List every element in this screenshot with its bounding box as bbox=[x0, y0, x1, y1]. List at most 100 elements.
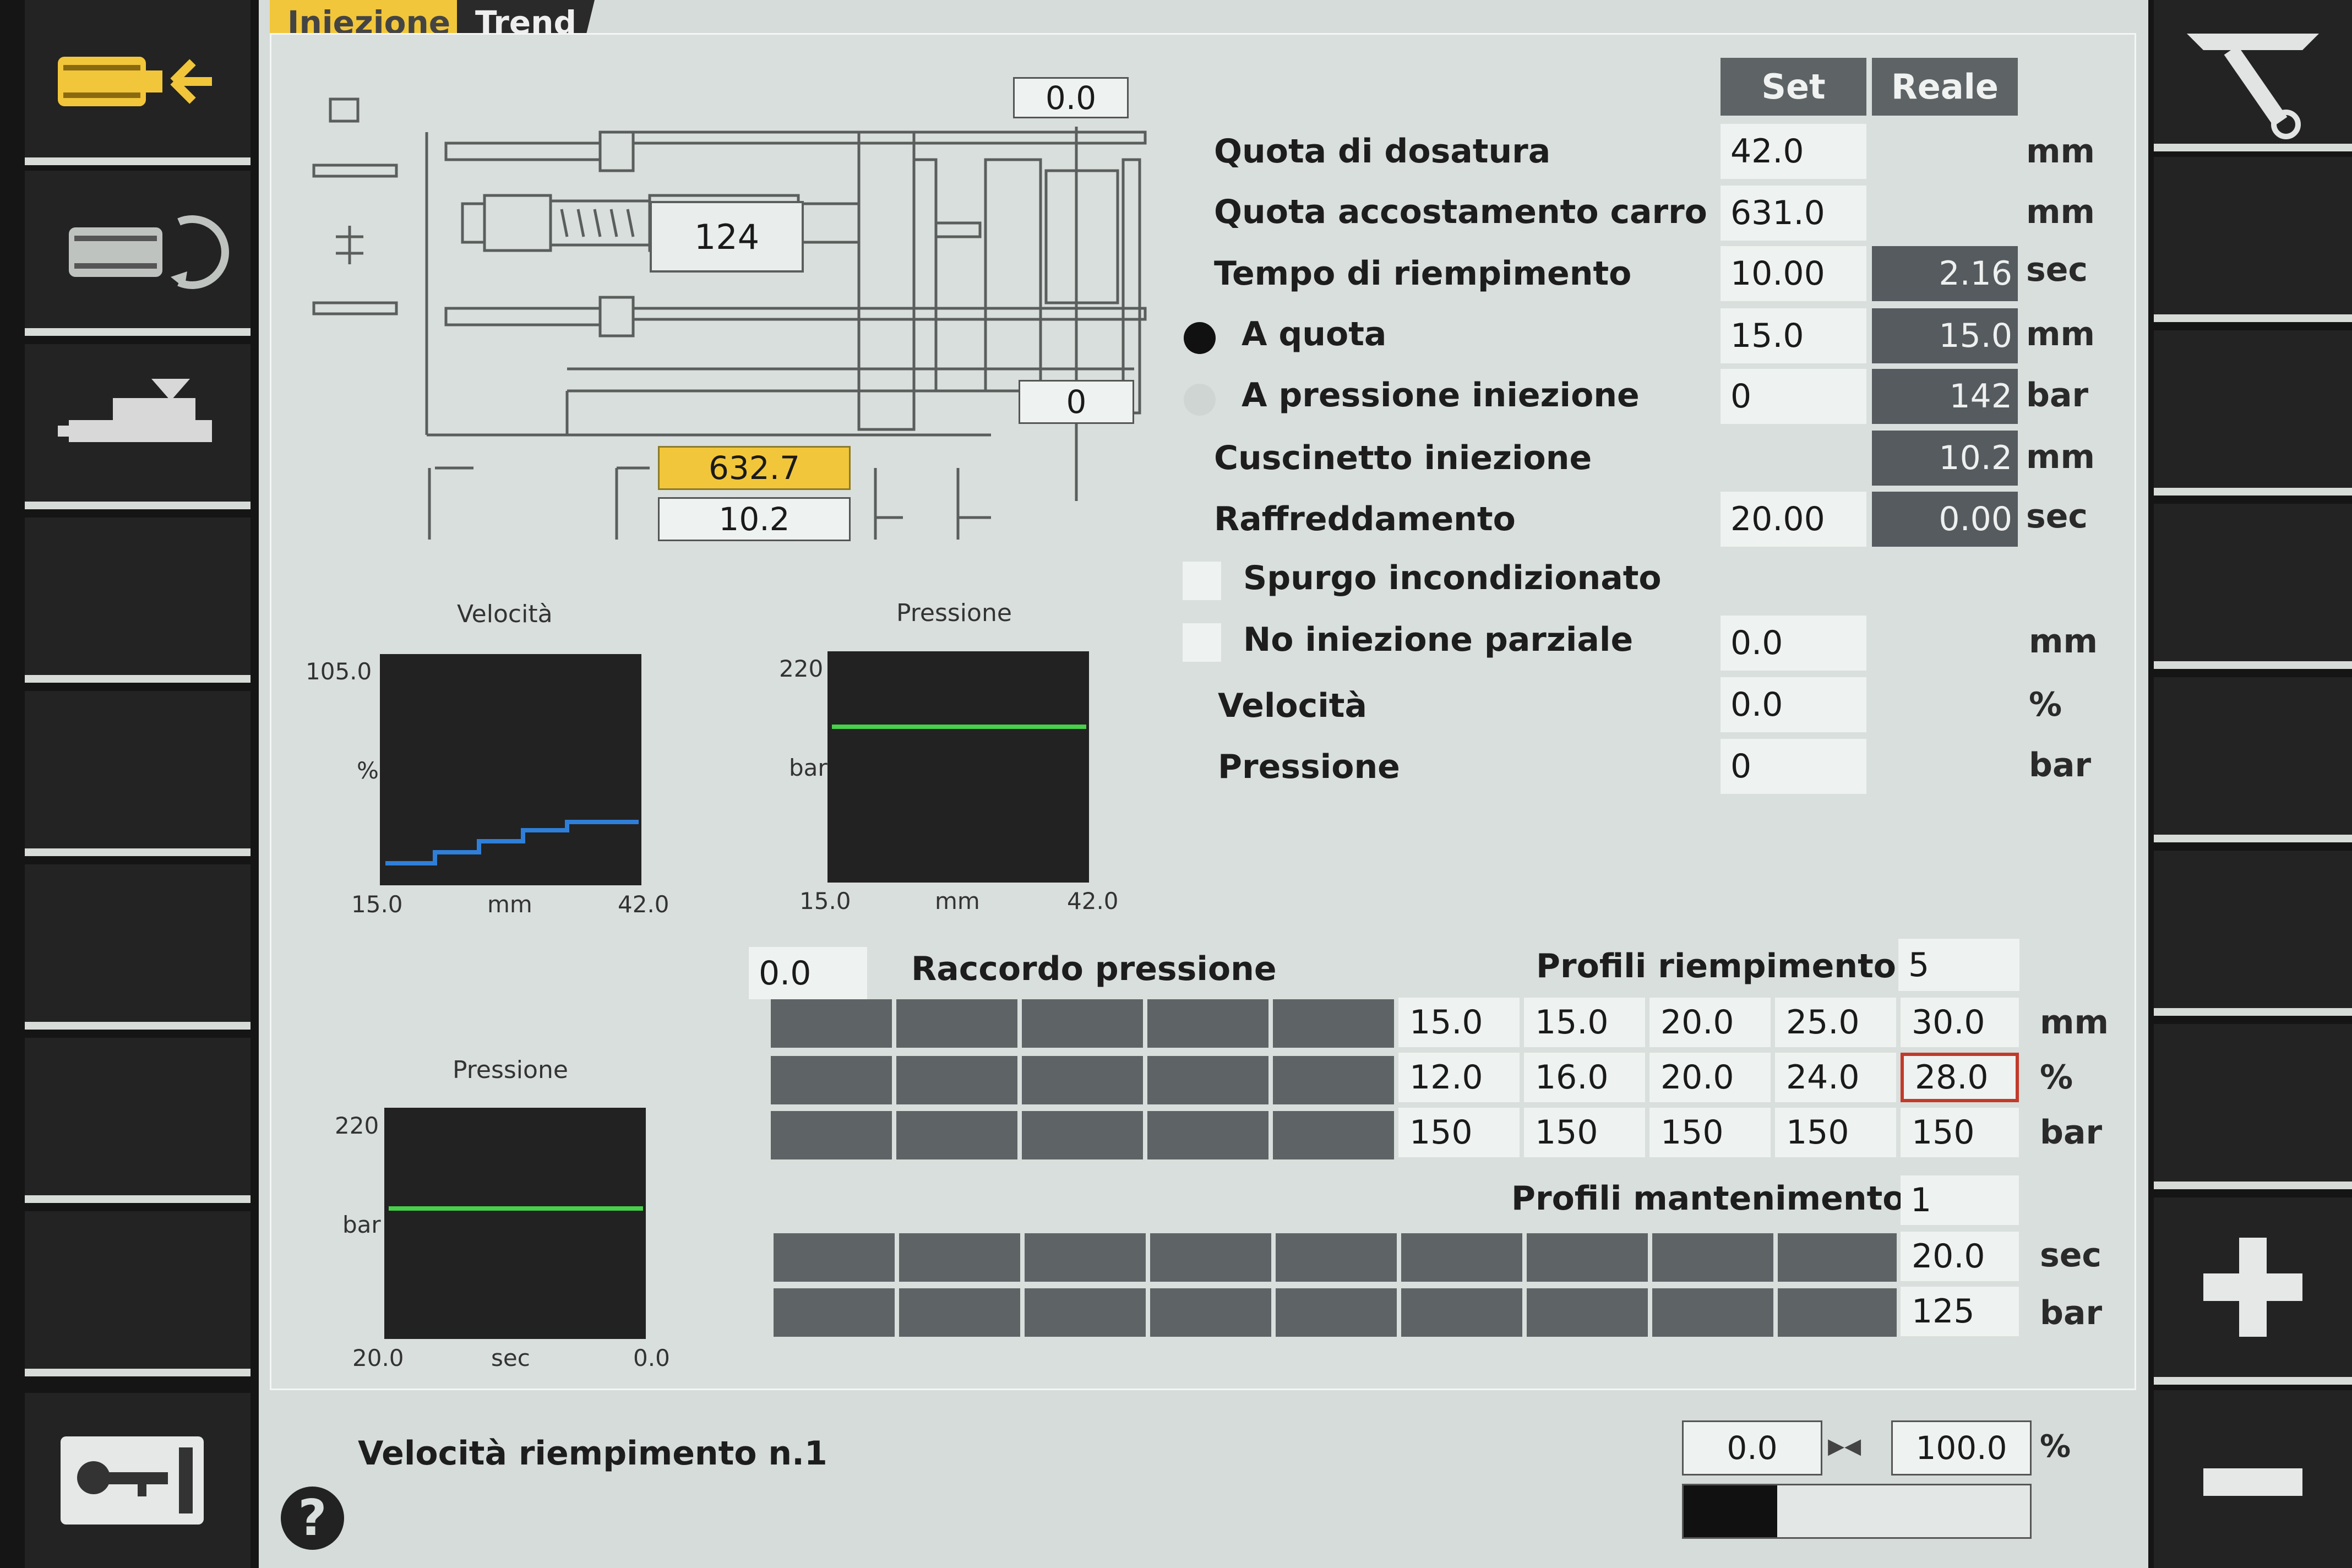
fill-profiles-count[interactable]: 5 bbox=[1898, 939, 2019, 991]
status-label: Velocità riempimento n.1 bbox=[358, 1434, 827, 1473]
tools-button[interactable] bbox=[2154, 0, 2352, 151]
hold-chart-yunit: bar bbox=[342, 1211, 381, 1238]
fill-speed-4[interactable]: 24.0 bbox=[1775, 1053, 1896, 1102]
fill-speed-1[interactable]: 12.0 bbox=[1398, 1053, 1520, 1102]
right-button-7[interactable] bbox=[2154, 1024, 2352, 1189]
hold-pressure-chart bbox=[384, 1108, 646, 1339]
left-button-6[interactable] bbox=[25, 864, 251, 1030]
fill-position-3[interactable]: 20.0 bbox=[1649, 998, 1771, 1047]
tools-icon bbox=[2187, 33, 2319, 139]
pressure-chart-yunit: bar bbox=[789, 754, 827, 781]
pressure-chart-xunit: mm bbox=[935, 888, 980, 914]
range-min: 0.0 bbox=[1682, 1420, 1822, 1476]
right-button-3[interactable] bbox=[2154, 330, 2352, 496]
checkbox-purge[interactable] bbox=[1183, 562, 1221, 600]
hold-profiles-count[interactable]: 1 bbox=[1901, 1175, 2019, 1225]
radio-a-pressione[interactable] bbox=[1184, 384, 1216, 416]
raccordo-pressure-label: Raccordo pressione bbox=[911, 950, 1277, 988]
fill-speed-3[interactable]: 20.0 bbox=[1649, 1053, 1771, 1102]
param-unit-no-partial: mm bbox=[2029, 622, 2098, 661]
hold-chart-xunit: sec bbox=[491, 1344, 530, 1371]
hold-time-unit: sec bbox=[2040, 1236, 2101, 1275]
fill-profile-disabled-cell bbox=[1273, 999, 1394, 1048]
hold-chart-ymax: 220 bbox=[335, 1112, 379, 1139]
hold-profiles-title: Profili mantenimento bbox=[1511, 1179, 1905, 1218]
right-button-5[interactable] bbox=[2154, 677, 2352, 842]
fill-pressure-3[interactable]: 150 bbox=[1649, 1108, 1771, 1157]
param-label-fill-time: Tempo di riempimento bbox=[1214, 254, 1632, 293]
param-set-no-partial[interactable]: 0.0 bbox=[1721, 616, 1866, 671]
machine-diagram bbox=[312, 97, 1147, 540]
fill-speed-2[interactable]: 16.0 bbox=[1524, 1053, 1645, 1102]
fill-profile-disabled-cell bbox=[1022, 1056, 1143, 1104]
param-actual-cushion: 10.2 bbox=[1872, 431, 2018, 486]
right-button-4[interactable] bbox=[2154, 504, 2352, 669]
screw-value: 124 bbox=[650, 201, 804, 273]
param-actual-a-quota: 15.0 bbox=[1872, 308, 2018, 363]
fill-pressure-2[interactable]: 150 bbox=[1524, 1108, 1645, 1157]
pressure-chart-xmin: 15.0 bbox=[799, 888, 851, 914]
fill-pressure-4[interactable]: 150 bbox=[1775, 1108, 1896, 1157]
fill-profile-disabled-cell bbox=[1022, 999, 1143, 1048]
minus-button[interactable] bbox=[2154, 1390, 2352, 1568]
param-set-carriage[interactable]: 631.0 bbox=[1721, 186, 1866, 241]
fill-profile-disabled-cell bbox=[1273, 1111, 1394, 1159]
param-set-dosing[interactable]: 42.0 bbox=[1721, 124, 1866, 179]
fill-speed-5[interactable]: 28.0 bbox=[1901, 1053, 2019, 1102]
fill-position-unit: mm bbox=[2040, 1003, 2109, 1042]
pressure-chart-ymax: 220 bbox=[779, 655, 824, 682]
param-label-a-quota: A quota bbox=[1242, 315, 1387, 353]
param-set-speed[interactable]: 0.0 bbox=[1721, 677, 1866, 732]
level-bar-fill bbox=[1684, 1485, 1777, 1537]
fill-profile-disabled-cell bbox=[1147, 1111, 1268, 1159]
checkbox-no-partial[interactable] bbox=[1183, 623, 1221, 662]
fill-profile-disabled-cell bbox=[896, 999, 1017, 1048]
param-set-fill-time[interactable]: 10.00 bbox=[1721, 246, 1866, 301]
fill-position-4[interactable]: 25.0 bbox=[1775, 998, 1896, 1047]
left-button-8[interactable] bbox=[25, 1211, 251, 1376]
key-card-button[interactable] bbox=[25, 1393, 251, 1568]
param-label-no-partial: No iniezione parziale bbox=[1243, 620, 1634, 659]
param-unit-a-quota: mm bbox=[2026, 315, 2095, 353]
minus-icon bbox=[2203, 1468, 2302, 1496]
carriage-button[interactable] bbox=[25, 344, 251, 509]
hold-time[interactable]: 20.0 bbox=[1901, 1232, 2019, 1281]
param-label-purge: Spurgo incondizionato bbox=[1243, 559, 1662, 597]
fill-position-1[interactable]: 15.0 bbox=[1398, 998, 1520, 1047]
fill-position-5[interactable]: 30.0 bbox=[1901, 998, 2019, 1047]
fill-pressure-5[interactable]: 150 bbox=[1901, 1108, 2019, 1157]
fill-profile-disabled-cell bbox=[896, 1111, 1017, 1159]
param-unit-speed: % bbox=[2029, 685, 2062, 724]
left-button-5[interactable] bbox=[25, 691, 251, 856]
fill-profile-disabled-cell bbox=[1273, 1056, 1394, 1104]
fill-profiles-title: Profili riempimento bbox=[1536, 947, 1896, 986]
hold-profile-disabled-row bbox=[774, 1288, 1897, 1337]
injection-unit-back-button[interactable] bbox=[25, 0, 251, 165]
fill-pressure-1[interactable]: 150 bbox=[1398, 1108, 1520, 1157]
raccordo-pressure-value[interactable]: 0.0 bbox=[749, 947, 867, 999]
param-set-pressure[interactable]: 0 bbox=[1721, 739, 1866, 794]
plus-button[interactable] bbox=[2154, 1197, 2352, 1385]
hold-pressure-unit: bar bbox=[2040, 1294, 2103, 1332]
range-arrows-icon: ▸◂ bbox=[1828, 1426, 1861, 1464]
left-button-4[interactable] bbox=[25, 518, 251, 683]
radio-a-quota[interactable] bbox=[1184, 322, 1216, 354]
hold-pressure[interactable]: 125 bbox=[1901, 1287, 2019, 1336]
diagram-top-value: 0.0 bbox=[1013, 77, 1129, 118]
fill-profile-disabled-cell bbox=[1147, 999, 1268, 1048]
param-set-cooling[interactable]: 20.00 bbox=[1721, 492, 1866, 547]
right-button-2[interactable] bbox=[2154, 157, 2352, 322]
carriage-icon bbox=[58, 379, 212, 442]
param-set-a-quota[interactable]: 15.0 bbox=[1721, 308, 1866, 363]
screw-rotate-button[interactable] bbox=[25, 171, 251, 336]
level-bar bbox=[1682, 1484, 2032, 1539]
fill-profile-disabled-cell bbox=[771, 999, 892, 1048]
hold-chart-xmin: 20.0 bbox=[352, 1344, 404, 1371]
help-icon[interactable]: ? bbox=[281, 1487, 344, 1550]
param-set-a-pressione[interactable]: 0 bbox=[1721, 369, 1866, 424]
pressure-chart bbox=[827, 651, 1089, 883]
fill-position-2[interactable]: 15.0 bbox=[1524, 998, 1645, 1047]
right-button-6[interactable] bbox=[2154, 851, 2352, 1016]
left-button-7[interactable] bbox=[25, 1038, 251, 1203]
param-unit-carriage: mm bbox=[2026, 193, 2095, 231]
